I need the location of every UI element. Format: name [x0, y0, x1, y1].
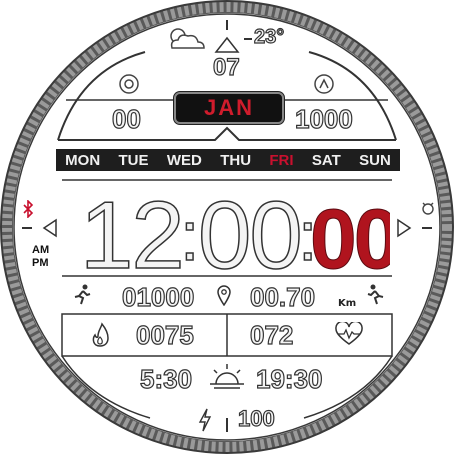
weekday-fri: FRI [269, 151, 294, 169]
temperature-dash [244, 38, 252, 40]
weekday-mon: MON [65, 151, 101, 169]
heart-rate-value: 072 [249, 319, 294, 350]
weekday-bar: MON TUE WED THU FRI SAT SUN [56, 149, 400, 171]
partly-cloudy-icon [170, 28, 205, 49]
alarm-icon [422, 202, 434, 215]
weekday-sat: SAT [311, 151, 341, 169]
distance-value: 00.70 [249, 281, 316, 312]
steps-count: 01000 [121, 281, 195, 312]
bluetooth-icon [23, 200, 34, 218]
time-display: 12 : 00 : 00 [79, 181, 390, 276]
calories-value: 0075 [135, 319, 194, 350]
sunrise-icon [210, 364, 244, 389]
am-label: AM [32, 244, 50, 256]
step-count-icon [119, 74, 139, 94]
battery-level: 100 [237, 405, 275, 431]
weekday-tue: TUE [118, 151, 149, 169]
steps-current: 00 [111, 103, 141, 134]
location-pin-icon [217, 285, 231, 306]
time-minutes: 00 [198, 182, 301, 276]
time-seconds: 00 [310, 192, 390, 276]
date-day: 07 [212, 53, 240, 81]
goal-icon [314, 74, 334, 94]
sunset-time: 19:30 [255, 363, 323, 394]
running-icon-right [367, 284, 384, 305]
time-hours: 12 [80, 182, 183, 276]
pm-label: PM [32, 257, 49, 269]
battery-bolt-icon [198, 408, 212, 432]
weekday-thu: THU [220, 151, 252, 169]
calories-flame-icon [92, 322, 109, 347]
month-badge: JAN [174, 92, 284, 124]
weekday-wed: WED [166, 151, 202, 169]
running-icon [74, 284, 91, 305]
weekday-sun: SUN [359, 151, 391, 169]
heart-rate-icon [335, 322, 363, 345]
time-colon-1: : [180, 197, 199, 275]
distance-unit: Km [338, 298, 357, 309]
steps-goal: 1000 [294, 103, 353, 134]
sunrise-time: 5:30 [139, 363, 193, 394]
temperature-value: 23° [253, 25, 285, 48]
